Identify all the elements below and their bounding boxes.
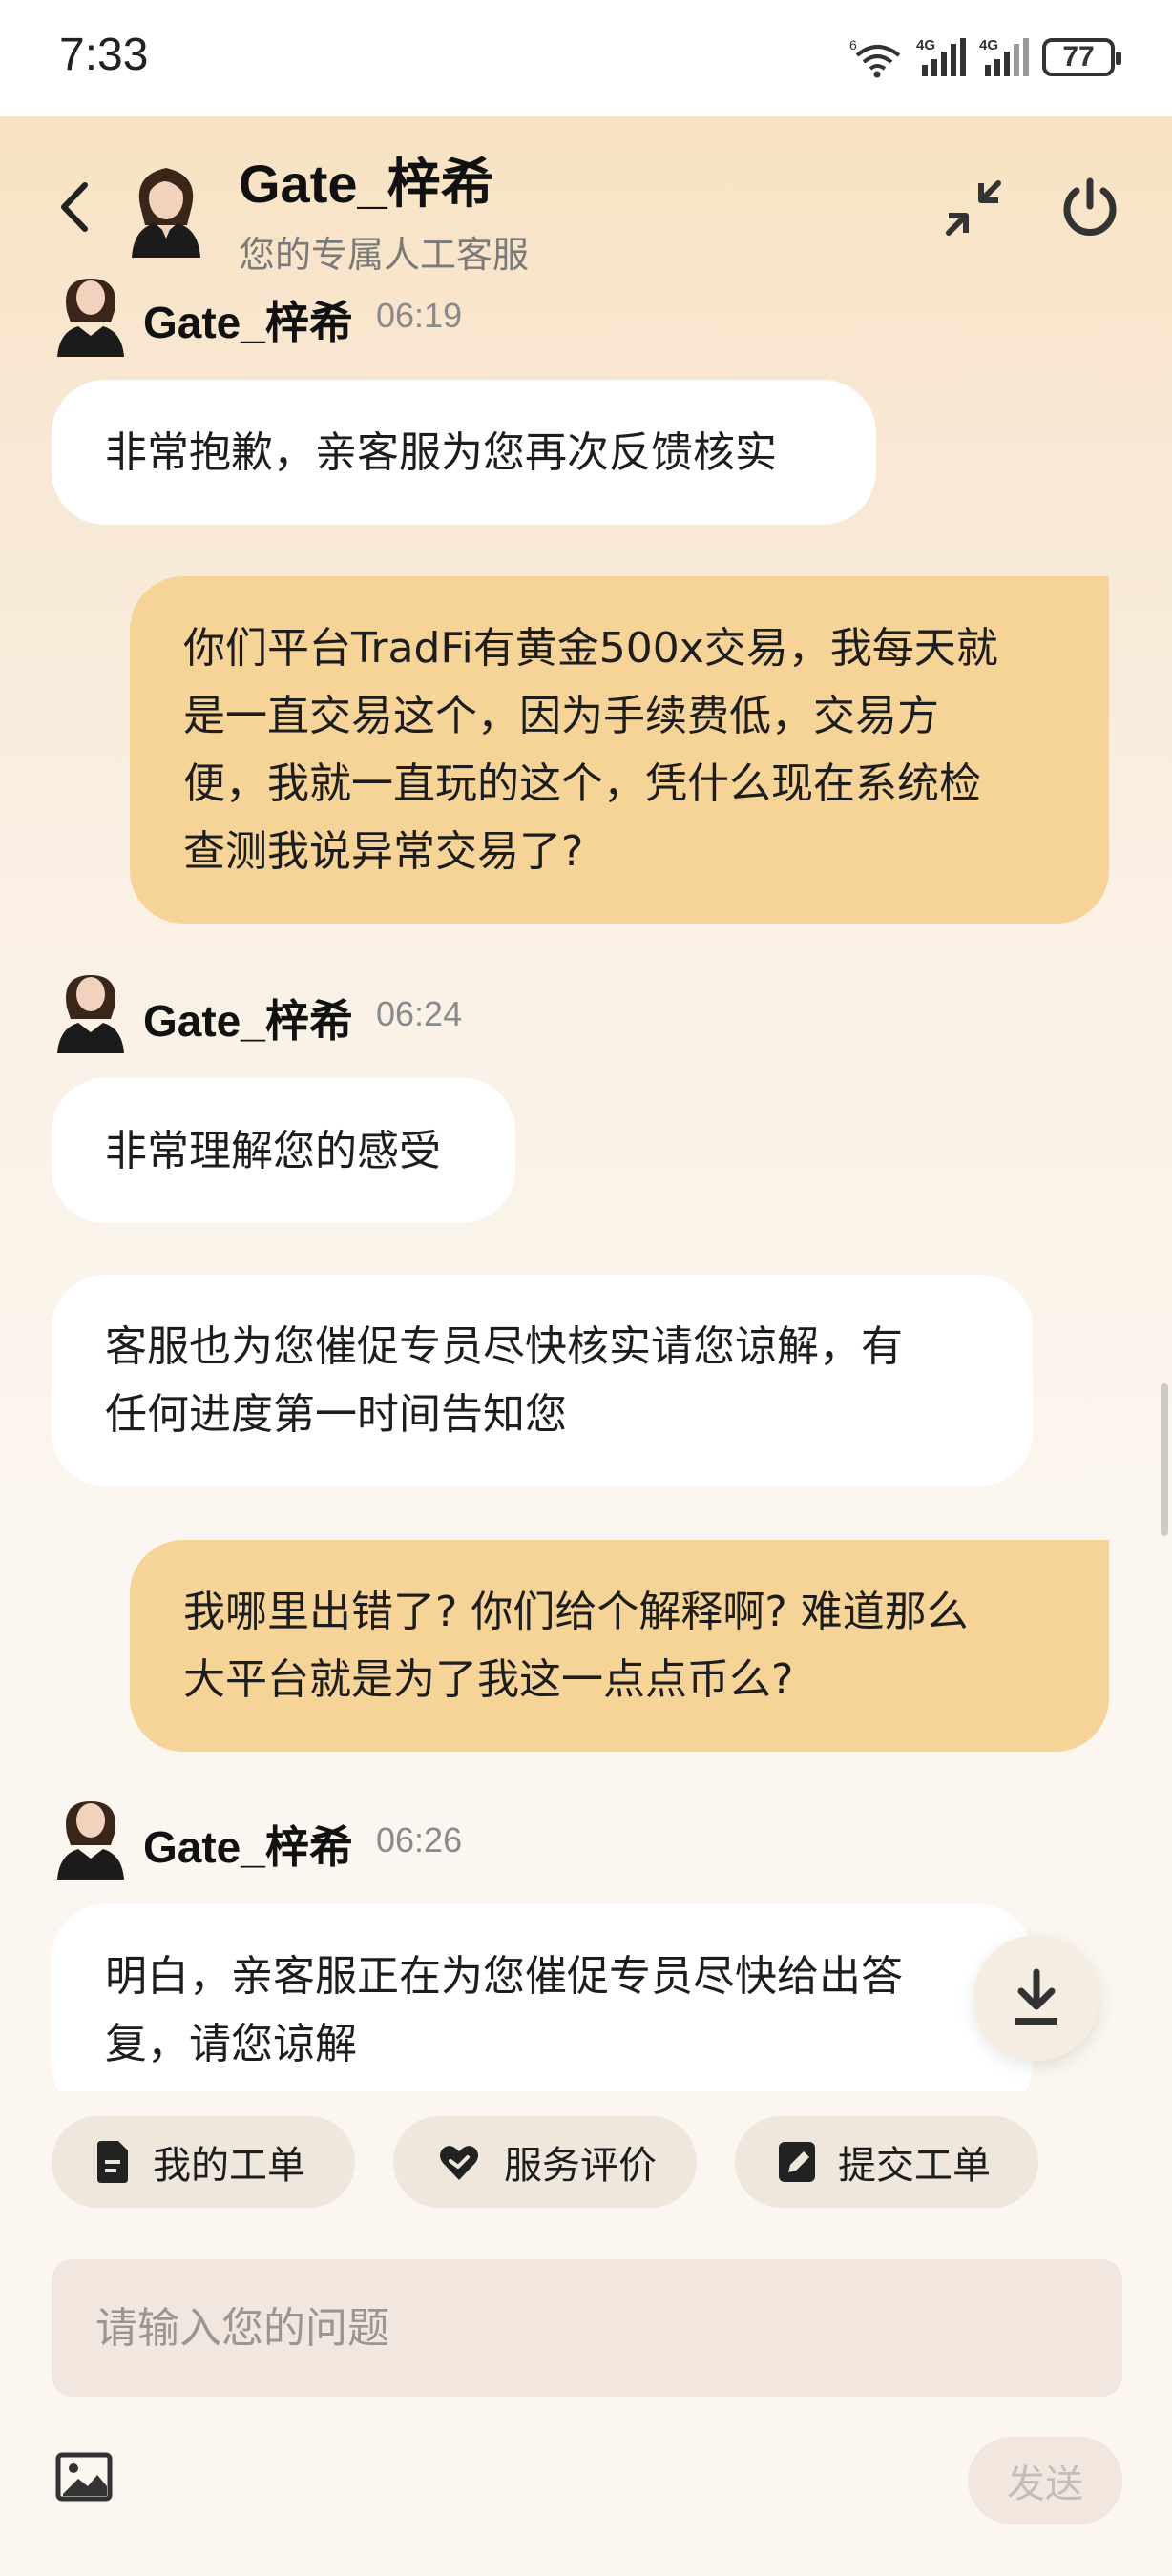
message-time: 06:19 bbox=[376, 296, 463, 335]
cell-signal-icon-2: 4G bbox=[979, 37, 1029, 76]
message-text: 非常理解您的感受 bbox=[105, 1126, 441, 1175]
wifi-icon: 6 bbox=[849, 37, 901, 78]
back-button[interactable] bbox=[48, 174, 101, 240]
outgoing-message: 我哪里出错了? 你们给个解释啊? 难道那么 大平台就是为了我这一点点币么? bbox=[130, 1540, 1109, 1752]
download-arrow-icon bbox=[1015, 1968, 1057, 2025]
incoming-message: 明白，亲客服正在为您催促专员尽快给出答 复，请您谅解 bbox=[52, 1904, 1033, 2091]
chip-label: 服务评价 bbox=[504, 2144, 657, 2188]
edit-document-icon bbox=[779, 2142, 815, 2182]
message-text-line: 明白，亲客服正在为您催促专员尽快给出答 bbox=[105, 1952, 903, 2001]
message-text-line: 大平台就是为了我这一点点币么? bbox=[183, 1655, 794, 1704]
agent-name: Gate_梓希 bbox=[143, 996, 353, 1046]
incoming-message: 客服也为您催促专员尽快核实请您谅解，有 任何进度第一时间告知您 bbox=[52, 1275, 1033, 1486]
message-text-line: 复，请您谅解 bbox=[105, 2020, 357, 2068]
collapse-arrows-icon bbox=[946, 180, 1001, 236]
wifi-label: 6 bbox=[849, 37, 857, 52]
message-text-line: 你们平台TradFi有黄金500x交易，我每天就 bbox=[183, 624, 998, 673]
image-icon bbox=[55, 2452, 113, 2502]
page-subtitle: 您的专属人工客服 bbox=[239, 234, 530, 276]
status-bar: 7:33 6 4G 4G 77 bbox=[0, 0, 1172, 116]
message-text-line: 查测我说异常交易了? bbox=[183, 827, 584, 876]
power-button[interactable] bbox=[1057, 176, 1122, 240]
scroll-to-bottom-button[interactable] bbox=[973, 1935, 1099, 2061]
agent-name: Gate_梓希 bbox=[143, 298, 353, 347]
status-icons: 6 4G 4G 77 bbox=[849, 32, 1121, 82]
send-button[interactable]: 发送 bbox=[968, 2437, 1122, 2524]
message-time: 06:24 bbox=[376, 994, 463, 1033]
agent-avatar bbox=[57, 1801, 124, 1880]
incoming-message: 非常理解您的感受 bbox=[52, 1078, 515, 1223]
battery-icon: 77 bbox=[1042, 38, 1121, 76]
cell-signal-icon: 4G bbox=[916, 37, 966, 76]
status-time: 7:33 bbox=[59, 30, 149, 80]
message-text-line: 任何进度第一时间告知您 bbox=[105, 1390, 567, 1439]
service-rating-button[interactable]: 服务评价 bbox=[393, 2116, 697, 2208]
agent-name: Gate_梓希 bbox=[143, 1822, 353, 1872]
chip-label: 提交工单 bbox=[838, 2144, 991, 2188]
image-upload-button[interactable] bbox=[55, 2452, 113, 2502]
agent-avatar bbox=[132, 168, 200, 258]
page-title: Gate_梓希 bbox=[239, 154, 494, 214]
chevron-left-icon bbox=[61, 182, 88, 232]
heart-hand-icon bbox=[440, 2146, 478, 2180]
minimize-button[interactable] bbox=[943, 177, 1004, 239]
message-text-line: 我哪里出错了? 你们给个解释啊? 难道那么 bbox=[183, 1588, 969, 1636]
message-text: 非常抱歉，亲客服为您再次反馈核实 bbox=[105, 427, 777, 477]
message-text-line: 便，我就一直玩的这个，凭什么现在系统检 bbox=[183, 759, 981, 808]
power-icon bbox=[1063, 177, 1117, 236]
signal1-label: 4G bbox=[916, 37, 935, 53]
outgoing-message: 你们平台TradFi有黄金500x交易，我每天就 是一直交易这个，因为手续费低，… bbox=[130, 576, 1109, 924]
message-text-line: 客服也为您催促专员尽快核实请您谅解，有 bbox=[105, 1322, 903, 1371]
message-text-line: 是一直交易这个，因为手续费低，交易方 bbox=[183, 692, 939, 740]
scrollbar[interactable] bbox=[1161, 1383, 1168, 1536]
message-input-container bbox=[52, 2259, 1122, 2397]
agent-avatar bbox=[57, 279, 124, 357]
my-tickets-button[interactable]: 我的工单 bbox=[52, 2116, 355, 2208]
document-icon bbox=[97, 2141, 128, 2183]
submit-ticket-button[interactable]: 提交工单 bbox=[735, 2116, 1038, 2208]
message-input[interactable] bbox=[94, 2302, 1122, 2354]
chip-label: 我的工单 bbox=[153, 2144, 305, 2188]
message-clip: 明白，亲客服正在为您催促专员尽快给出答 复，请您谅解 bbox=[52, 1904, 1033, 2091]
incoming-message: 非常抱歉，亲客服为您再次反馈核实 bbox=[52, 380, 876, 525]
signal2-label: 4G bbox=[979, 37, 998, 53]
message-time: 06:26 bbox=[376, 1820, 463, 1859]
agent-avatar bbox=[57, 975, 124, 1053]
